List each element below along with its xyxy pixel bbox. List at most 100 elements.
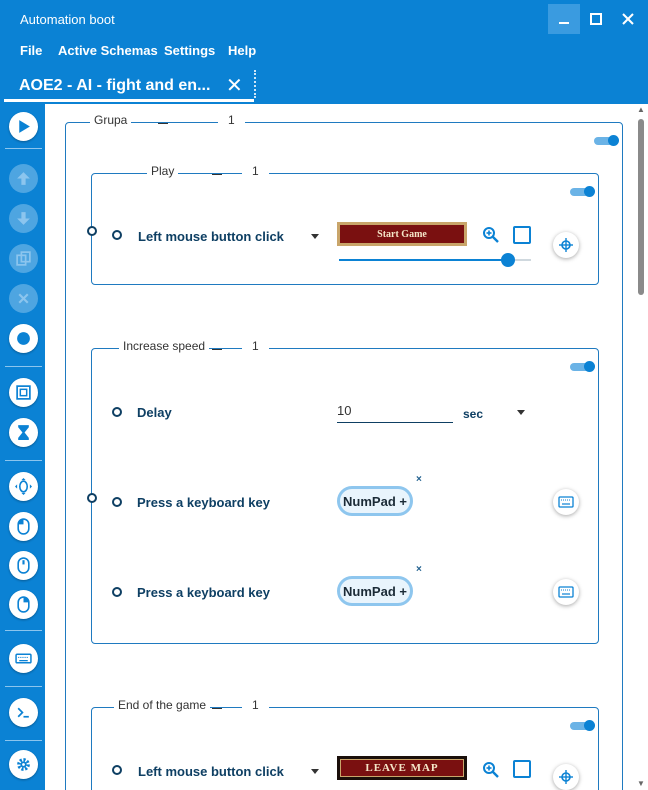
play-group: Play 1 Left mouse button click Start Gam… bbox=[87, 164, 599, 285]
mouse-right-icon bbox=[17, 596, 30, 613]
step-node bbox=[112, 497, 122, 507]
target-image-thumbnail[interactable]: Start Game bbox=[337, 222, 467, 246]
group-enabled-toggle[interactable] bbox=[570, 361, 595, 372]
threshold-slider-thumb[interactable] bbox=[501, 253, 515, 267]
minimize-button[interactable] bbox=[548, 4, 580, 34]
mouse-move-icon bbox=[15, 478, 32, 495]
delay-input[interactable]: 10 bbox=[337, 401, 453, 423]
legend-dash bbox=[212, 174, 222, 175]
step-node bbox=[112, 765, 122, 775]
zoom-in-icon[interactable] bbox=[482, 226, 500, 244]
screen-capture-button[interactable] bbox=[9, 378, 38, 407]
terminal-icon bbox=[17, 707, 29, 718]
close-icon bbox=[622, 13, 634, 25]
record-icon bbox=[17, 332, 30, 345]
minimize-icon bbox=[559, 22, 569, 24]
close-tab-icon[interactable]: ✕ bbox=[226, 73, 243, 98]
wait-button[interactable] bbox=[9, 418, 38, 447]
toolbar-divider bbox=[5, 686, 42, 687]
settings-button[interactable] bbox=[9, 750, 38, 779]
legend-dash bbox=[212, 708, 222, 709]
toolbar-divider bbox=[5, 630, 42, 631]
action-dropdown-icon[interactable] bbox=[311, 769, 319, 774]
group-count: 1 bbox=[218, 113, 245, 127]
scroll-thumb[interactable] bbox=[638, 119, 644, 295]
arrow-down-icon bbox=[17, 212, 30, 225]
legend-dash bbox=[158, 123, 168, 124]
group-connector-node bbox=[87, 493, 97, 503]
increase-speed-group: Increase speed 1 Delay 10 sec Press a ke… bbox=[87, 339, 599, 644]
maximize-icon bbox=[590, 13, 602, 25]
end-of-game-group: End of the game 1 Left mouse button clic… bbox=[91, 698, 599, 790]
target-image-text: Start Game bbox=[377, 228, 427, 240]
close-window-button[interactable] bbox=[612, 4, 644, 34]
tab-schema[interactable]: AOE2 - AI - fight and en... ✕ bbox=[4, 68, 254, 102]
keyboard-icon bbox=[558, 586, 574, 598]
zoom-in-icon[interactable] bbox=[482, 761, 500, 779]
pick-target-button[interactable] bbox=[553, 232, 579, 258]
key-step-label: Press a keyboard key bbox=[137, 585, 270, 600]
vertical-scrollbar[interactable]: ▲ ▼ bbox=[634, 104, 648, 790]
record-button[interactable] bbox=[9, 324, 38, 353]
delay-label: Delay bbox=[137, 405, 172, 420]
menu-help[interactable]: Help bbox=[228, 43, 256, 58]
menu-file[interactable]: File bbox=[20, 43, 42, 58]
group-count: 1 bbox=[242, 698, 269, 712]
toolbar-divider bbox=[5, 366, 42, 367]
left-click-button[interactable] bbox=[9, 512, 38, 541]
console-button[interactable] bbox=[9, 698, 38, 727]
menu-settings[interactable]: Settings bbox=[164, 43, 215, 58]
record-key-button[interactable] bbox=[553, 579, 579, 605]
tab-separator bbox=[254, 70, 256, 98]
record-key-button[interactable] bbox=[553, 489, 579, 515]
screen-region-icon bbox=[16, 385, 31, 400]
pick-target-button[interactable] bbox=[553, 764, 579, 790]
group-count: 1 bbox=[242, 339, 269, 353]
unit-dropdown-icon[interactable] bbox=[517, 410, 525, 415]
group-title: Grupa bbox=[90, 113, 132, 127]
move-down-button[interactable] bbox=[9, 204, 38, 233]
group-enabled-toggle[interactable] bbox=[570, 186, 595, 197]
move-up-button[interactable] bbox=[9, 164, 38, 193]
gear-icon bbox=[17, 758, 30, 771]
delete-button[interactable] bbox=[9, 284, 38, 313]
key-chip[interactable]: NumPad + bbox=[337, 486, 413, 516]
maximize-button[interactable] bbox=[580, 4, 612, 34]
toolbar-divider bbox=[5, 148, 42, 149]
right-click-button[interactable] bbox=[9, 590, 38, 619]
step-node bbox=[112, 587, 122, 597]
group-enabled-toggle[interactable] bbox=[570, 720, 595, 731]
delay-unit-select[interactable]: sec bbox=[463, 407, 483, 421]
step-node bbox=[112, 230, 122, 240]
key-chip[interactable]: NumPad + bbox=[337, 576, 413, 606]
close-icon bbox=[18, 293, 29, 304]
group-count: 1 bbox=[242, 164, 269, 178]
group-title: End of the game bbox=[114, 698, 211, 712]
play-button[interactable] bbox=[9, 112, 38, 141]
step-action-label: Left mouse button click bbox=[138, 764, 284, 779]
step-node bbox=[112, 407, 122, 417]
menu-bar: File Active Schemas Settings Help bbox=[0, 38, 648, 64]
title-bar: Automation boot bbox=[0, 0, 648, 38]
scroll-up-icon[interactable]: ▲ bbox=[637, 105, 645, 114]
group-enabled-toggle[interactable] bbox=[594, 135, 619, 146]
middle-click-button[interactable] bbox=[9, 551, 38, 580]
menu-active-schemas[interactable]: Active Schemas bbox=[58, 43, 158, 58]
tab-label: AOE2 - AI - fight and en... bbox=[19, 77, 211, 94]
remove-key-icon[interactable]: × bbox=[416, 474, 422, 485]
step-checkbox[interactable] bbox=[513, 760, 531, 778]
mouse-move-button[interactable] bbox=[9, 472, 38, 501]
target-image-thumbnail[interactable]: LEAVE MAP bbox=[337, 756, 467, 780]
action-dropdown-icon[interactable] bbox=[311, 234, 319, 239]
arrow-up-icon bbox=[17, 172, 30, 185]
group-title: Increase speed bbox=[119, 339, 210, 353]
scroll-down-icon[interactable]: ▼ bbox=[637, 779, 645, 788]
step-checkbox[interactable] bbox=[513, 226, 531, 244]
copy-button[interactable] bbox=[9, 244, 38, 273]
mouse-middle-icon bbox=[17, 557, 30, 574]
step-action-label: Left mouse button click bbox=[138, 229, 284, 244]
schema-editor: Grupa 1 Play 1 Left mouse button click S… bbox=[45, 104, 648, 790]
remove-key-icon[interactable]: × bbox=[416, 564, 422, 575]
keyboard-button[interactable] bbox=[9, 644, 38, 673]
tab-row: AOE2 - AI - fight and en... ✕ bbox=[0, 64, 648, 104]
